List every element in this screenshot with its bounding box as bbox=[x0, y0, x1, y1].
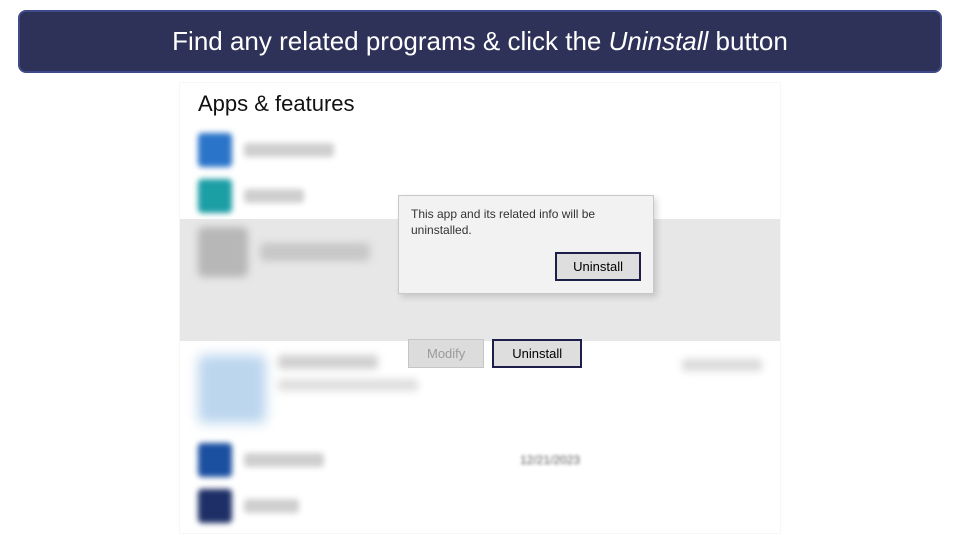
app-label bbox=[260, 243, 370, 261]
app-label bbox=[244, 453, 324, 467]
app-label bbox=[244, 143, 334, 157]
app-sub-label bbox=[278, 379, 418, 391]
settings-window: Apps & features Modify Uninstall bbox=[180, 83, 780, 533]
uninstall-button[interactable]: Uninstall bbox=[492, 339, 582, 368]
popup-uninstall-button[interactable]: Uninstall bbox=[555, 252, 641, 281]
app-meta bbox=[682, 359, 762, 371]
app-icon bbox=[198, 133, 232, 167]
app-icon bbox=[198, 443, 232, 477]
app-icon bbox=[198, 355, 266, 423]
modify-button: Modify bbox=[408, 339, 484, 368]
app-row[interactable] bbox=[180, 127, 780, 173]
app-date: 12/21/2023 bbox=[520, 453, 580, 467]
app-label bbox=[244, 499, 299, 513]
app-icon bbox=[198, 179, 232, 213]
banner-text-italic: Uninstall bbox=[609, 26, 709, 56]
apps-list: Modify Uninstall 12/21/2023 bbox=[180, 127, 780, 529]
banner-text-suffix: button bbox=[708, 26, 788, 56]
instruction-banner: Find any related programs & click the Un… bbox=[18, 10, 942, 73]
app-icon bbox=[198, 227, 248, 277]
app-row[interactable] bbox=[180, 483, 780, 529]
popup-message: This app and its related info will be un… bbox=[411, 206, 641, 238]
banner-text-prefix: Find any related programs & click the bbox=[172, 26, 608, 56]
uninstall-confirm-popup: This app and its related info will be un… bbox=[398, 195, 654, 294]
app-label bbox=[278, 355, 378, 369]
page-title: Apps & features bbox=[180, 83, 780, 127]
app-row[interactable]: 12/21/2023 bbox=[180, 437, 780, 483]
app-icon bbox=[198, 489, 232, 523]
app-label bbox=[244, 189, 304, 203]
